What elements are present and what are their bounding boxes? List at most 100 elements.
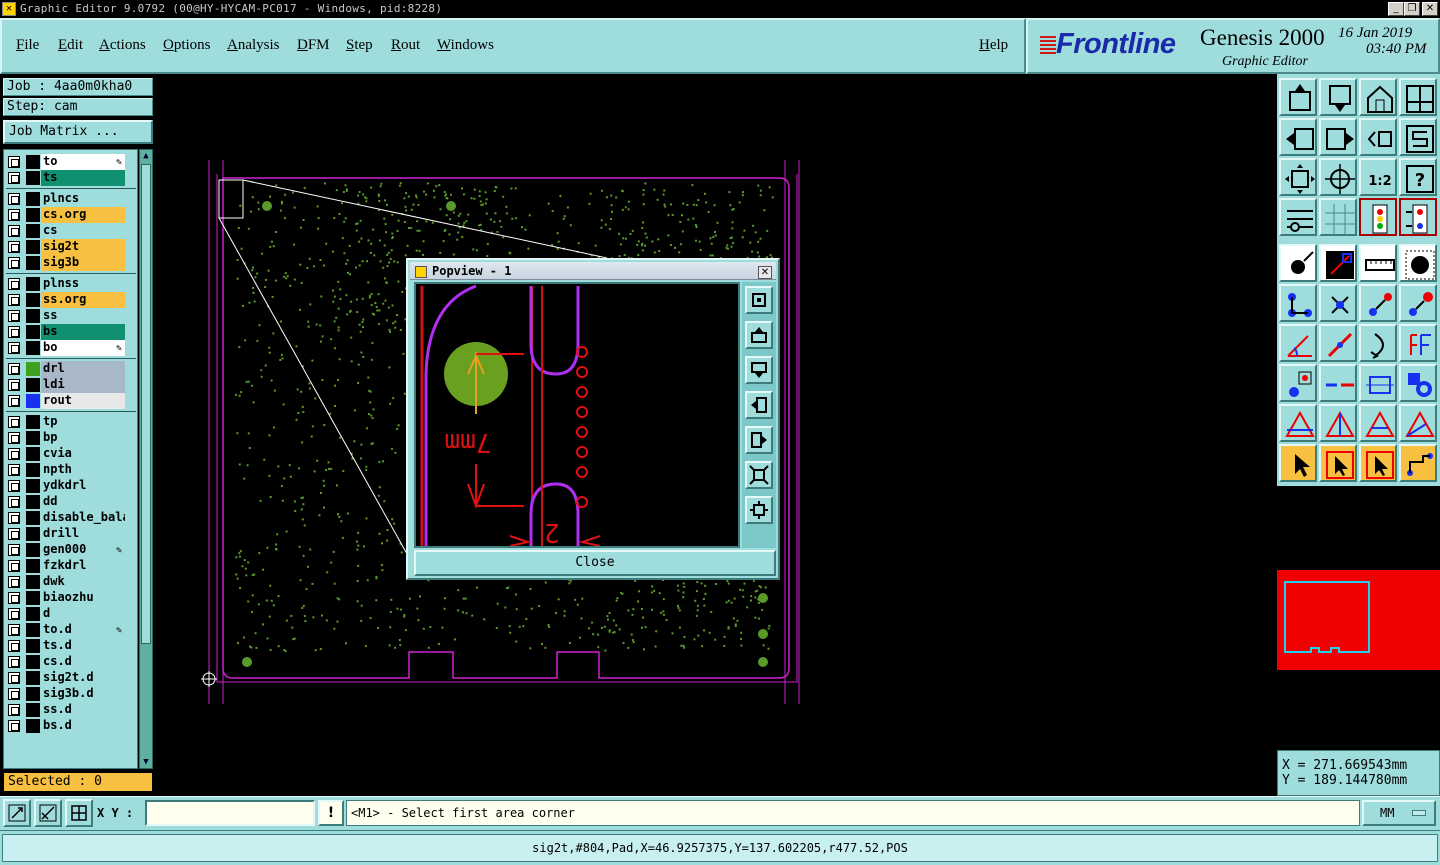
layer-row-to-d[interactable]: to.d ✎ — [4, 622, 137, 638]
layer-color-swatch[interactable] — [26, 277, 40, 291]
layer-color-swatch[interactable] — [26, 378, 40, 392]
layer-checkbox[interactable] — [8, 704, 20, 716]
layer-name[interactable]: ydkdrl — [41, 478, 125, 494]
layer-row-sig2t[interactable]: sig2t — [4, 239, 137, 255]
zoom-down-button[interactable] — [1319, 78, 1357, 116]
layer-row-bs[interactable]: bs — [4, 324, 137, 340]
layer-name[interactable]: biaozhu — [41, 590, 125, 606]
layer-checkbox[interactable] — [8, 512, 20, 524]
layer-color-swatch[interactable] — [26, 479, 40, 493]
triangle-three-button[interactable] — [1359, 404, 1397, 442]
redraw-button[interactable] — [1399, 118, 1437, 156]
popview-zoom-in-button[interactable] — [745, 461, 773, 489]
layer-color-swatch[interactable] — [26, 325, 40, 339]
overview-panel[interactable] — [1277, 484, 1440, 748]
layer-row-plncs[interactable]: plncs — [4, 191, 137, 207]
layer-name[interactable]: drl — [41, 361, 125, 377]
layer-name[interactable]: ss.org — [41, 292, 125, 308]
copy-button[interactable] — [1399, 284, 1437, 322]
grid-icon[interactable] — [65, 799, 93, 827]
layer-row-ydkdrl[interactable]: ydkdrl — [4, 478, 137, 494]
arc-button[interactable] — [1359, 324, 1397, 362]
layer-name[interactable]: bo ✎ — [41, 340, 125, 356]
popview-close-button[interactable]: Close — [414, 550, 776, 576]
layer-name[interactable]: cs — [41, 223, 125, 239]
layer-color-swatch[interactable] — [26, 495, 40, 509]
add-line-button[interactable] — [1319, 244, 1357, 282]
layer-color-swatch[interactable] — [26, 527, 40, 541]
layer-color-swatch[interactable] — [26, 559, 40, 573]
layer-checkbox[interactable] — [8, 278, 20, 290]
layer-checkbox[interactable] — [8, 310, 20, 322]
layer-row-dwk[interactable]: dwk — [4, 574, 137, 590]
layer-color-swatch[interactable] — [26, 362, 40, 376]
zoom-home-button[interactable] — [1279, 78, 1317, 116]
angle-button[interactable] — [1279, 324, 1317, 362]
layer-row-ss-d[interactable]: ss.d — [4, 702, 137, 718]
layer-color-swatch[interactable] — [26, 671, 40, 685]
window-split-button[interactable] — [1399, 78, 1437, 116]
menu-dfm[interactable]: DFM — [297, 37, 330, 54]
layer-color-swatch[interactable] — [26, 208, 40, 222]
layer-color-swatch[interactable] — [26, 623, 40, 637]
text-button[interactable] — [1399, 324, 1437, 362]
triangle-four-button[interactable] — [1399, 404, 1437, 442]
layer-row-sig3b-d[interactable]: sig3b.d — [4, 686, 137, 702]
layer-color-swatch[interactable] — [26, 543, 40, 557]
layer-color-swatch[interactable] — [26, 607, 40, 621]
popview-zoom-out-button[interactable] — [745, 496, 773, 524]
delete-button[interactable] — [1319, 284, 1357, 322]
menu-step[interactable]: Step — [346, 37, 373, 54]
layer-row-cs[interactable]: cs — [4, 223, 137, 239]
menu-options[interactable]: Options — [163, 37, 211, 54]
menu-windows[interactable]: Windows — [437, 37, 494, 54]
layer-name[interactable]: sig2t — [41, 239, 125, 255]
layer-name[interactable]: dwk — [41, 574, 125, 590]
popview-close-icon[interactable]: ✕ — [758, 266, 772, 279]
layer-color-swatch[interactable] — [26, 639, 40, 653]
layer-row-rout[interactable]: rout — [4, 393, 137, 409]
minimize-button[interactable]: _ — [1388, 2, 1404, 16]
layer-checkbox[interactable] — [8, 342, 20, 354]
layer-row-bs-d[interactable]: bs.d — [4, 718, 137, 734]
layer-name[interactable]: ss.d — [41, 702, 125, 718]
layer-checkbox[interactable] — [8, 172, 20, 184]
scale-one-to-two-button[interactable]: 1:2 — [1359, 158, 1397, 196]
layer-name[interactable]: disable_bala — [41, 510, 125, 526]
layer-checkbox[interactable] — [8, 241, 20, 253]
layer-row-drill[interactable]: drill — [4, 526, 137, 542]
layer-row-drl[interactable]: drl — [4, 361, 137, 377]
layer-name[interactable]: cvia — [41, 446, 125, 462]
settings-button[interactable] — [1279, 198, 1317, 236]
layer-checkbox[interactable] — [8, 592, 20, 604]
layer-name[interactable]: rout — [41, 393, 125, 409]
measure-icon[interactable] — [34, 799, 62, 827]
layer-name[interactable]: to ✎ — [41, 154, 125, 170]
layer-checkbox[interactable] — [8, 209, 20, 221]
menu-rout[interactable]: Rout — [391, 37, 420, 54]
layer-checkbox[interactable] — [8, 326, 20, 338]
layer-color-swatch[interactable] — [26, 575, 40, 589]
layer-name[interactable]: to.d ✎ — [41, 622, 125, 638]
layer-checkbox[interactable] — [8, 576, 20, 588]
layer-color-swatch[interactable] — [26, 240, 40, 254]
layer-checkbox[interactable] — [8, 225, 20, 237]
layer-row-dd[interactable]: dd — [4, 494, 137, 510]
layer-color-swatch[interactable] — [26, 687, 40, 701]
layer-checkbox[interactable] — [8, 560, 20, 572]
layer-pressed-button[interactable] — [1359, 198, 1397, 236]
layer-color-swatch[interactable] — [26, 591, 40, 605]
layer-checkbox[interactable] — [8, 688, 20, 700]
layer-row-ss[interactable]: ss — [4, 308, 137, 324]
units-select[interactable]: MM — [1362, 800, 1436, 826]
popview-zoom-view[interactable]: 7mm 2 — [414, 282, 740, 548]
layer-name[interactable]: ts.d — [41, 638, 125, 654]
scroll-thumb[interactable] — [141, 164, 151, 644]
layer-color-swatch[interactable] — [26, 447, 40, 461]
layer-row-disable-bala[interactable]: disable_bala — [4, 510, 137, 526]
pointer-box-button[interactable] — [1319, 444, 1357, 482]
layer-color-swatch[interactable] — [26, 719, 40, 733]
popview-pan-down-button[interactable] — [745, 356, 773, 384]
layer-row-biaozhu[interactable]: biaozhu — [4, 590, 137, 606]
menu-analysis[interactable]: Analysis — [227, 37, 280, 54]
